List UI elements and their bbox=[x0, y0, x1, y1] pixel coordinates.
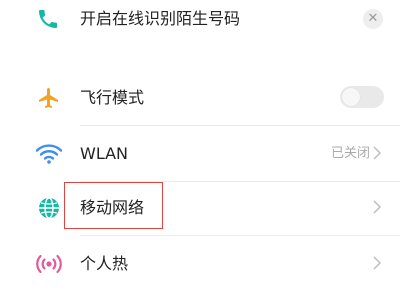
airplane-mode-toggle[interactable] bbox=[340, 86, 384, 108]
settings-item-wlan[interactable]: WLAN 已关闭 bbox=[0, 126, 400, 182]
airplane-icon bbox=[39, 88, 58, 108]
settings-item-airplane-mode[interactable]: 飞行模式 bbox=[0, 70, 400, 126]
airplane-mode-label: 飞行模式 bbox=[80, 88, 145, 107]
settings-item-mobile-network[interactable]: 移动网络 bbox=[0, 180, 400, 236]
toggle-knob bbox=[342, 88, 360, 106]
caller-id-banner[interactable]: 开启在线识别陌生号码 ✕ bbox=[0, 0, 400, 42]
wifi-icon bbox=[36, 144, 62, 164]
globe-icon bbox=[39, 197, 59, 219]
close-icon[interactable]: ✕ bbox=[363, 9, 383, 29]
phone-icon bbox=[39, 10, 57, 28]
chevron-right-icon bbox=[373, 200, 382, 214]
chevron-right-icon bbox=[373, 146, 382, 160]
hotspot-icon bbox=[36, 254, 62, 274]
highlight-annotation bbox=[64, 182, 163, 229]
wlan-status: 已关闭 bbox=[330, 146, 370, 161]
banner-text: 开启在线识别陌生号码 bbox=[80, 9, 241, 28]
settings-item-personal-hotspot[interactable]: 个人热 bbox=[0, 236, 400, 292]
chevron-right-icon bbox=[373, 256, 382, 270]
wlan-label: WLAN bbox=[80, 144, 129, 163]
personal-hotspot-label: 个人热 bbox=[80, 254, 129, 273]
